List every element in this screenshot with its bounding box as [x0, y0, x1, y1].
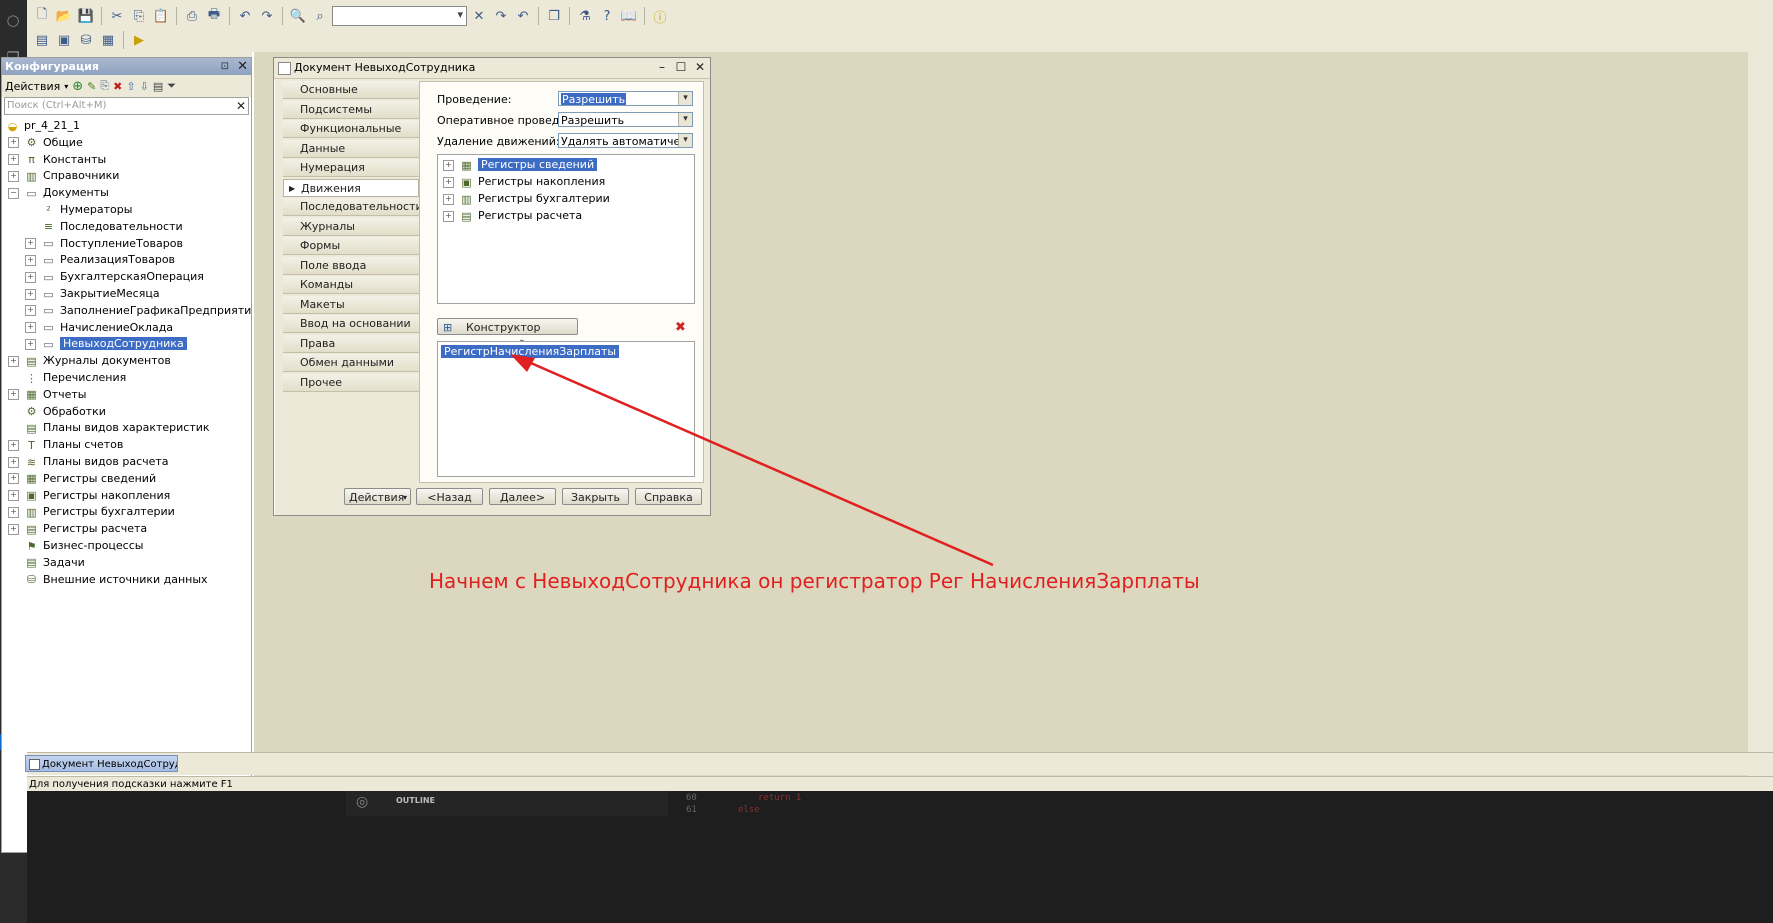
arrow-head [510, 354, 535, 372]
outline-label: OUTLINE [396, 796, 435, 805]
outline-section[interactable]: ◎ OUTLINE [346, 791, 668, 816]
code-line: else [738, 805, 760, 815]
code-editor: 60 return 1 61 else [680, 791, 1250, 821]
arrow-line [523, 358, 994, 567]
taskbar-window-label: Документ НевыходСотруд... [42, 759, 178, 770]
window-taskbar [27, 752, 1773, 775]
line-number: 61 [686, 805, 697, 815]
window-icon [29, 759, 40, 770]
line-number: 60 [686, 793, 697, 803]
code-line: return 1 [758, 793, 802, 803]
annotation-text: Начнем с НевыходСотрудника он регистрато… [429, 569, 1200, 593]
taskbar-window-button[interactable]: Документ НевыходСотруд... [25, 755, 178, 772]
account-icon: ◎ [356, 794, 369, 810]
status-bar: Для получения подсказки нажмите F1 [27, 776, 1773, 792]
